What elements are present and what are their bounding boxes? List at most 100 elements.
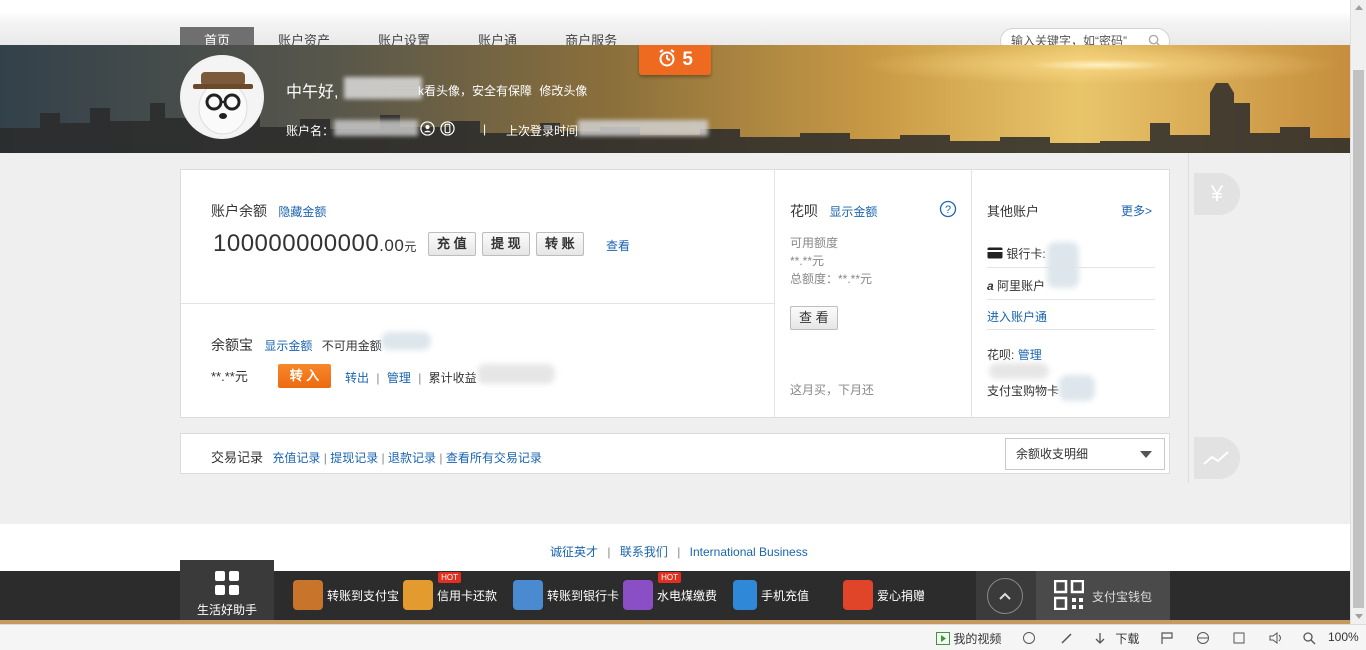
svg-text:?: ? [945, 204, 951, 216]
balance-currency: 元 [404, 240, 417, 254]
redacted-cumulative [477, 364, 555, 384]
trans-sep-3: | [439, 451, 443, 465]
banner-separator: | [483, 122, 487, 136]
other-divider-3 [987, 329, 1155, 330]
tool-transfer-bank[interactable]: 转账到银行卡 [513, 579, 619, 611]
hide-amount-link[interactable]: 隐藏金额 [278, 205, 326, 219]
scroll-down-arrow[interactable] [1355, 614, 1363, 619]
tool-mobile-topup-label: 手机充值 [761, 588, 810, 603]
transfer-alipay-icon [293, 580, 323, 610]
redacted-username [344, 77, 422, 99]
redacted-account-name [334, 120, 418, 136]
tool-donation[interactable]: 爱心捐赠 [843, 579, 925, 611]
huabei-show-amount-link[interactable]: 显示金额 [829, 205, 877, 219]
tool-utilities[interactable]: HOT 水电煤缴费 [623, 572, 717, 611]
huabei-manage-row: 花呗: 管理 [987, 346, 1042, 363]
tool-credit-card[interactable]: HOT 信用卡还款 [403, 572, 497, 611]
transactions-row: 交易记录 充值记录 | 提现记录 | 退款记录 | 查看所有交易记录 [211, 447, 542, 466]
alipay-wallet-button[interactable]: 支付宝钱包 [1036, 571, 1170, 620]
transactions-title: 交易记录 [211, 450, 264, 465]
yuebao-manage-link[interactable]: 管理 [387, 371, 411, 385]
avatar[interactable] [180, 55, 264, 139]
chevron-up-icon [987, 578, 1023, 614]
my-video-button[interactable]: 我的视频 [936, 630, 1001, 647]
transfer-in-button[interactable]: 转 入 [278, 364, 331, 388]
huabei-header: 花呗 显示金额 [790, 201, 877, 221]
life-assistant-toolbar: 生活好助手 转账到支付宝 HOT 信用卡还款 转账到银行卡 HOT 水电煤缴费 … [0, 560, 1350, 620]
footer-careers-link[interactable]: 诚征英才 [550, 545, 598, 559]
scroll-thumb[interactable] [1353, 70, 1364, 608]
divider-row [181, 303, 774, 304]
change-avatar-link[interactable]: 修改头像 [539, 84, 587, 98]
divider-col2 [971, 170, 972, 418]
ali-account-row: a 阿里账户 [987, 277, 1045, 294]
help-icon[interactable]: ? [939, 200, 957, 218]
window-icon[interactable] [1232, 631, 1246, 645]
balance-decimal: .00 [379, 236, 405, 255]
pin-icon[interactable] [1060, 631, 1074, 645]
redacted-unavailable [381, 332, 431, 350]
browser-status-bar: 我的视频 下载 100% [0, 624, 1366, 650]
vertical-scrollbar[interactable] [1350, 0, 1366, 624]
account-name-label: 账户名： [286, 124, 335, 138]
ie-icon[interactable] [1196, 631, 1210, 645]
download-button[interactable]: 下载 [1094, 630, 1139, 647]
yuebao-header: 余额宝 显示金额 不可用金额 [211, 335, 382, 355]
footer-contact-link[interactable]: 联系我们 [620, 545, 668, 559]
tool-mobile-topup[interactable]: 手机充值 [733, 579, 809, 611]
identity-icon[interactable] [420, 121, 435, 136]
refresh-icon[interactable] [1022, 631, 1036, 645]
flag-icon[interactable] [1160, 631, 1174, 645]
zoom-level[interactable]: 100% [1328, 630, 1359, 644]
huabei-view-button[interactable]: 查 看 [790, 306, 838, 330]
all-records-link[interactable]: 查看所有交易记录 [446, 451, 542, 465]
huabei-slogan: 这月买，下月还 [790, 383, 875, 397]
footer-international-link[interactable]: International Business [690, 545, 808, 559]
utilities-icon: HOT [623, 572, 681, 610]
balance-view-link[interactable]: 查看 [606, 237, 630, 254]
tool-transfer-alipay[interactable]: 转账到支付宝 [293, 579, 399, 611]
phone-icon[interactable] [440, 121, 455, 136]
huabei-manage-link[interactable]: 管理 [1018, 348, 1042, 362]
play-icon [936, 632, 950, 645]
huabei-title: 花呗 [790, 203, 818, 219]
transfer-button[interactable]: 转 账 [536, 232, 584, 256]
volume-icon[interactable] [1268, 631, 1284, 645]
yuebao-sep-1: | [376, 371, 380, 385]
other-divider-2 [987, 299, 1155, 300]
enter-account-pass-link[interactable]: 进入账户通 [987, 308, 1047, 325]
assets-card: 账户余额 隐藏金额 100000000000.00元 充 值 提 现 转 账 查… [180, 169, 1170, 418]
refund-records-link[interactable]: 退款记录 [388, 451, 436, 465]
withdraw-records-link[interactable]: 提现记录 [330, 451, 378, 465]
divider-col1 [774, 170, 775, 418]
avatar-dog-image [183, 58, 261, 136]
life-assistant-button[interactable]: 生活好助手 [180, 560, 274, 620]
scroll-top-button[interactable] [976, 571, 1036, 620]
chart-side-icon[interactable] [1194, 437, 1240, 479]
withdraw-button[interactable]: 提 现 [482, 232, 530, 256]
tool-transfer-alipay-label: 转账到支付宝 [327, 588, 400, 603]
trans-sep-2: | [381, 451, 385, 465]
side-line [1188, 153, 1189, 483]
alarm-badge[interactable]: 5 [639, 45, 711, 75]
hot-badge-2: HOT [658, 572, 681, 583]
bank-card-row: 银行卡: [987, 245, 1046, 262]
zoom-icon[interactable] [1302, 631, 1316, 645]
redacted-huabei [989, 363, 1049, 379]
alarm-clock-icon [659, 49, 675, 67]
huabei-total: 总额度：**.**元 [790, 272, 873, 286]
recharge-button[interactable]: 充 值 [428, 232, 476, 256]
balance-main: 100000000000 [213, 230, 380, 257]
recharge-records-link[interactable]: 充值记录 [272, 451, 320, 465]
yuebao-show-amount-link[interactable]: 显示金额 [264, 339, 312, 353]
transfer-out-link[interactable]: 转出 [345, 371, 369, 385]
bank-card-icon [987, 247, 1003, 259]
yen-side-icon[interactable]: ¥ [1194, 173, 1240, 215]
more-link[interactable]: 更多> [1121, 202, 1152, 219]
ali-icon: a [987, 279, 994, 293]
scroll-up-arrow[interactable] [1355, 5, 1363, 10]
records-type-select[interactable]: 余额收支明细 [1005, 438, 1165, 470]
balance-header: 账户余额 隐藏金额 [211, 201, 326, 221]
yuebao-sep-2: | [418, 371, 422, 385]
shopping-card-label: 支付宝购物卡 [987, 384, 1060, 398]
